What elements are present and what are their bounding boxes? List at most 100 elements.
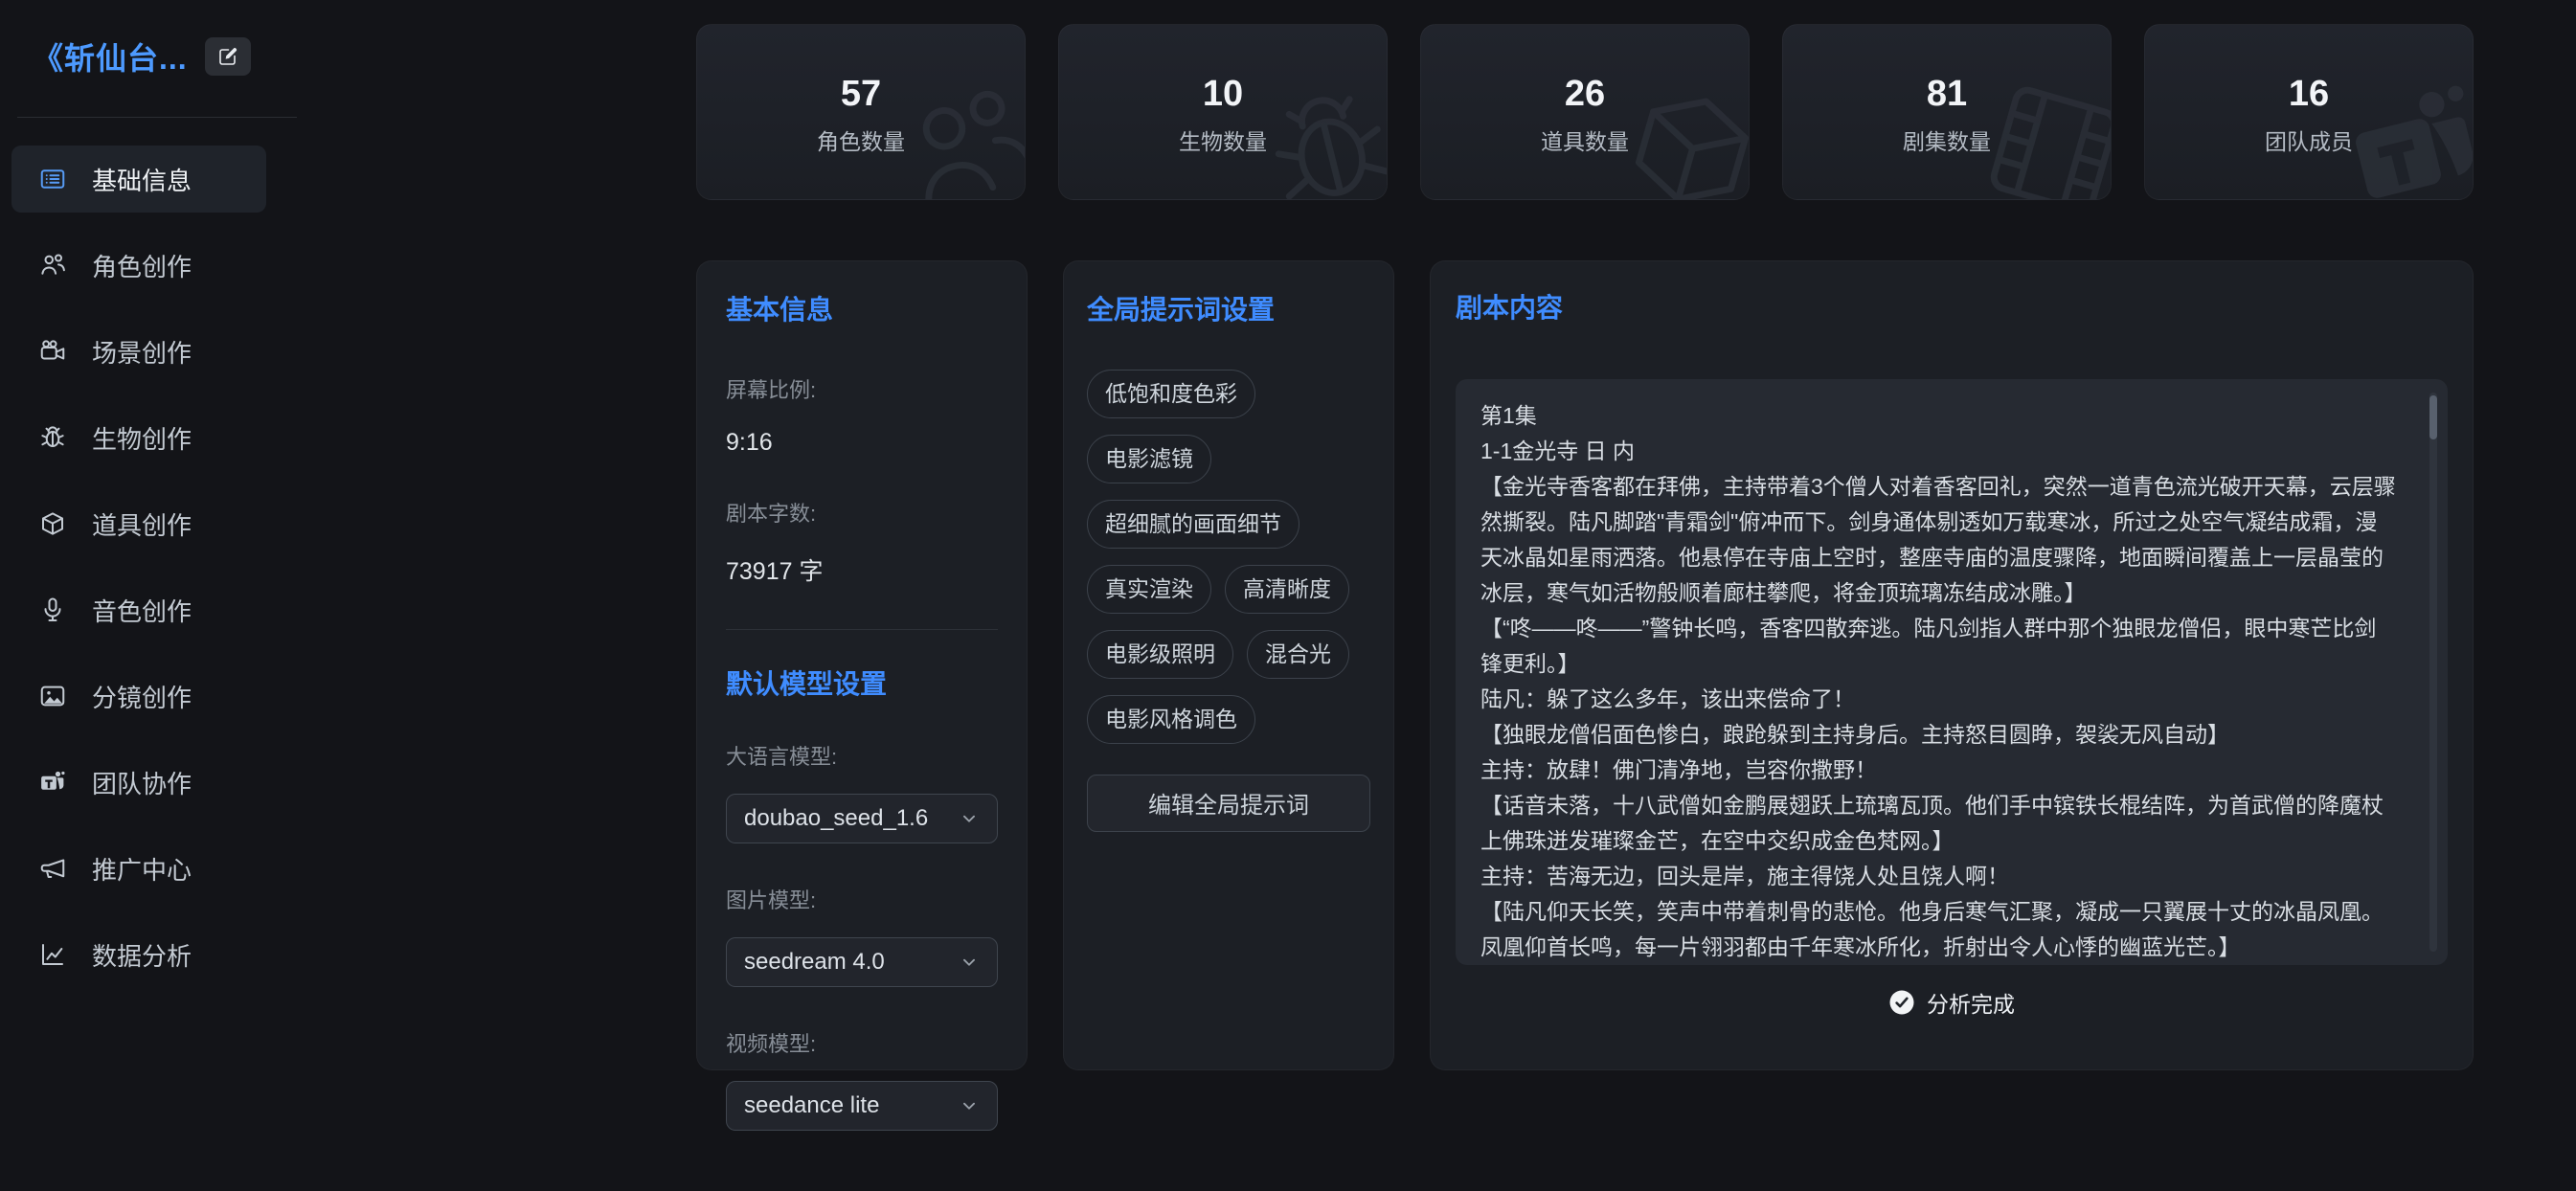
check-circle-icon (1888, 989, 1915, 1016)
script-line: 【话音未落，十八武僧如金鹏展翅跃上琉璃瓦顶。他们手中镔铁长棍结阵，为首武僧的降魔… (1480, 788, 2398, 859)
sidebar-item-label: 团队协作 (92, 765, 192, 800)
sidebar-item-label: 分镜创作 (92, 679, 192, 714)
section-divider (726, 629, 998, 630)
stat-value: 26 (1565, 76, 1605, 112)
list-icon (38, 165, 67, 193)
stat-value: 81 (1927, 76, 1967, 112)
prompt-tag: 电影风格调色 (1087, 695, 1255, 744)
sidebar-item-label: 基础信息 (92, 162, 192, 197)
script-line: 【独眼龙僧侣面色惨白，踉跄躲到主持身后。主持怒目圆睁，袈裟无风自动】 (1480, 717, 2398, 753)
script-line: 主持：放肆！佛门清净地，岂容你撒野！ (1480, 753, 2398, 788)
stat-card-episodes: 81 剧集数量 (1782, 24, 2112, 200)
llm-label: 大语言模型: (726, 740, 998, 771)
llm-select[interactable]: doubao_seed_1.6 (726, 794, 998, 843)
scrollbar-thumb[interactable] (2429, 395, 2437, 439)
image-model-select-value: seedream 4.0 (744, 949, 885, 976)
teams-icon (38, 768, 67, 797)
microphone-icon (38, 596, 67, 624)
script-line: 【“咚——咚——”警钟长鸣，香客四散奔逃。陆凡剑指人群中那个独眼龙僧侣，眼中寒芒… (1480, 611, 2398, 682)
image-model-label: 图片模型: (726, 884, 998, 914)
sidebar-item-label: 场景创作 (92, 334, 192, 370)
sidebar-divider (17, 117, 297, 118)
stat-label: 团队成员 (2265, 131, 2353, 153)
edit-project-title-button[interactable] (205, 37, 251, 76)
sidebar-item-basic-info[interactable]: 基础信息 (11, 146, 266, 213)
sidebar-item-label: 生物创作 (92, 420, 192, 456)
script-content-panel: 剧本内容 第1集 1-1金光寺 日 内 【金光寺香客都在拜佛，主持带着3个僧人对… (1430, 260, 2474, 1070)
stat-card-props: 26 道具数量 (1420, 24, 1750, 200)
project-title: 《斩仙台... (33, 34, 188, 79)
chevron-down-icon (959, 808, 980, 829)
script-line: 【陆凡仰天长笑，笑声中带着刺骨的悲怆。他身后寒气汇聚，凝成一只翼展十丈的冰晶凤凰… (1480, 894, 2398, 965)
stat-label: 生物数量 (1179, 131, 1267, 153)
image-icon (38, 682, 67, 710)
edit-global-prompts-button[interactable]: 编辑全局提示词 (1087, 775, 1370, 832)
llm-select-value: doubao_seed_1.6 (744, 805, 928, 832)
model-settings-heading: 默认模型设置 (726, 670, 998, 700)
script-line: 【金光寺香客都在拜佛，主持带着3个僧人对着香客回礼，突然一道青色流光破开天幕，云… (1480, 469, 2398, 611)
scrollbar-track[interactable] (2429, 393, 2437, 952)
prompt-tag: 真实渲染 (1087, 565, 1211, 614)
word-count-value: 73917 字 (726, 552, 998, 587)
basic-info-heading: 基本信息 (726, 296, 998, 326)
script-text-area[interactable]: 第1集 1-1金光寺 日 内 【金光寺香客都在拜佛，主持带着3个僧人对着香客回礼… (1456, 379, 2448, 965)
sidebar-item-team-collaboration[interactable]: 团队协作 (11, 749, 266, 816)
prompt-tag: 电影滤镜 (1087, 435, 1211, 483)
basic-info-panel: 基本信息 屏幕比例: 9:16 剧本字数: 73917 字 默认模型设置 大语言… (696, 260, 1028, 1070)
stat-value: 16 (2289, 76, 2329, 112)
pencil-square-icon (216, 45, 239, 68)
prompt-tag: 低饱和度色彩 (1087, 370, 1255, 418)
prompt-tag: 高清晰度 (1225, 565, 1349, 614)
people-icon (38, 251, 67, 280)
bug-icon (38, 423, 67, 452)
stat-card-creatures: 10 生物数量 (1058, 24, 1388, 200)
stat-card-team-members: 16 团队成员 (2144, 24, 2474, 200)
stat-label: 角色数量 (817, 131, 905, 153)
image-model-select[interactable]: seedream 4.0 (726, 937, 998, 987)
stat-value: 10 (1203, 76, 1243, 112)
script-line: 第1集 (1480, 398, 2398, 434)
cube-icon (38, 509, 67, 538)
script-content-heading: 剧本内容 (1456, 294, 2448, 324)
stat-value: 57 (841, 76, 881, 112)
line-chart-icon (38, 940, 67, 969)
sidebar-item-label: 数据分析 (92, 937, 192, 973)
script-line: 1-1金光寺 日 内 (1480, 434, 2398, 469)
analysis-status-label: 分析完成 (1927, 986, 2015, 1019)
stat-card-characters: 57 角色数量 (696, 24, 1026, 200)
stat-label: 剧集数量 (1903, 131, 1991, 153)
sidebar-item-label: 角色创作 (92, 248, 192, 283)
video-camera-icon (38, 337, 67, 366)
prompt-tag: 电影级照明 (1087, 630, 1233, 679)
sidebar-item-promotion-center[interactable]: 推广中心 (11, 835, 266, 902)
project-header: 《斩仙台... (33, 34, 251, 79)
video-model-select[interactable]: seedance lite (726, 1081, 998, 1131)
global-prompts-heading: 全局提示词设置 (1087, 296, 1370, 326)
script-line: 主持：苦海无边，回头是岸，施主得饶人处且饶人啊！ (1480, 859, 2398, 894)
sidebar-item-label: 推广中心 (92, 851, 192, 887)
sidebar-item-prop-creation[interactable]: 道具创作 (11, 490, 266, 557)
sidebar: 《斩仙台... 基础信息 角色创作 场景创作 (0, 0, 316, 1191)
prompt-tag: 超细腻的画面细节 (1087, 500, 1299, 549)
analysis-status: 分析完成 (1456, 986, 2448, 1019)
prompt-tag: 混合光 (1247, 630, 1349, 679)
sidebar-item-character-creation[interactable]: 角色创作 (11, 232, 266, 299)
global-prompts-panel: 全局提示词设置 低饱和度色彩 电影滤镜 超细腻的画面细节 真实渲染 高清晰度 电… (1063, 260, 1394, 1070)
sidebar-item-data-analysis[interactable]: 数据分析 (11, 921, 266, 988)
sidebar-item-scene-creation[interactable]: 场景创作 (11, 318, 266, 385)
video-model-select-value: seedance lite (744, 1092, 879, 1119)
screen-ratio-label: 屏幕比例: (726, 373, 998, 404)
video-model-label: 视频模型: (726, 1027, 998, 1058)
stats-row: 57 角色数量 10 生物数量 26 道具数量 81 剧集数量 16 团队成员 (696, 24, 2474, 200)
word-count-label: 剧本字数: (726, 497, 998, 528)
prompt-tags: 低饱和度色彩 电影滤镜 超细腻的画面细节 真实渲染 高清晰度 电影级照明 混合光… (1087, 370, 1370, 744)
sidebar-item-label: 道具创作 (92, 506, 192, 542)
sidebar-item-storyboard-creation[interactable]: 分镜创作 (11, 663, 266, 730)
chevron-down-icon (959, 952, 980, 973)
sidebar-item-creature-creation[interactable]: 生物创作 (11, 404, 266, 471)
sidebar-menu: 基础信息 角色创作 场景创作 生物创作 道具创作 (11, 146, 266, 988)
sidebar-item-voice-creation[interactable]: 音色创作 (11, 576, 266, 643)
stat-label: 道具数量 (1541, 131, 1629, 153)
chevron-down-icon (959, 1095, 980, 1116)
sidebar-item-label: 音色创作 (92, 593, 192, 628)
